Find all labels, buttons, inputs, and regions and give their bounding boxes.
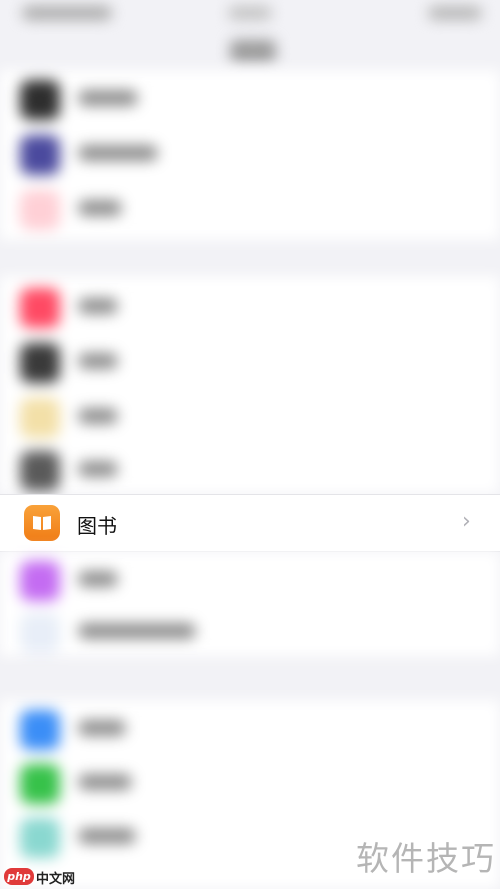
- row-label: [78, 408, 118, 424]
- battery-icon: [428, 6, 482, 20]
- settings-row[interactable]: [0, 603, 500, 658]
- row-label: [78, 623, 196, 639]
- settings-row[interactable]: [0, 388, 500, 443]
- settings-row[interactable]: [0, 551, 500, 606]
- row-label: [78, 720, 126, 736]
- row-label: [78, 145, 158, 161]
- app-icon: [20, 398, 60, 438]
- status-time: [22, 6, 112, 20]
- app-icon: [20, 561, 60, 601]
- app-icon: [20, 818, 60, 858]
- app-icon: [20, 764, 60, 804]
- status-bar: [0, 0, 500, 30]
- app-icon: [20, 288, 60, 328]
- settings-row[interactable]: [0, 70, 500, 125]
- app-icon: [20, 613, 60, 653]
- logo-site-text: 中文网: [36, 872, 76, 887]
- app-icon: [20, 710, 60, 750]
- settings-group-1: [0, 70, 500, 240]
- row-label: [78, 571, 118, 587]
- app-icon: [20, 343, 60, 383]
- row-label: [78, 90, 138, 106]
- row-label: 图书: [77, 514, 117, 538]
- row-label: [78, 461, 118, 477]
- app-icon: [20, 451, 60, 491]
- settings-row[interactable]: [0, 441, 500, 496]
- app-icon: [20, 80, 60, 120]
- row-label: [78, 774, 132, 790]
- nav-title: [230, 40, 276, 62]
- book-open-icon: [24, 505, 60, 541]
- php-logo: php: [4, 868, 34, 885]
- chevron-right-icon: ›: [462, 509, 471, 534]
- settings-row[interactable]: [0, 180, 500, 235]
- settings-row[interactable]: [0, 754, 500, 809]
- row-label: [78, 828, 136, 844]
- settings-row-books[interactable]: 图书 ›: [0, 494, 500, 552]
- settings-row[interactable]: [0, 125, 500, 180]
- row-label: [78, 298, 118, 314]
- watermark-text: 软件技巧: [356, 839, 496, 878]
- app-icon: [20, 190, 60, 230]
- app-icon: [20, 135, 60, 175]
- settings-row[interactable]: [0, 333, 500, 388]
- row-label: [78, 200, 122, 216]
- settings-row[interactable]: [0, 700, 500, 755]
- row-label: [78, 353, 118, 369]
- settings-group-2: [0, 276, 500, 494]
- settings-row[interactable]: [0, 278, 500, 333]
- settings-group-2b: [0, 551, 500, 656]
- status-carrier: [228, 6, 272, 20]
